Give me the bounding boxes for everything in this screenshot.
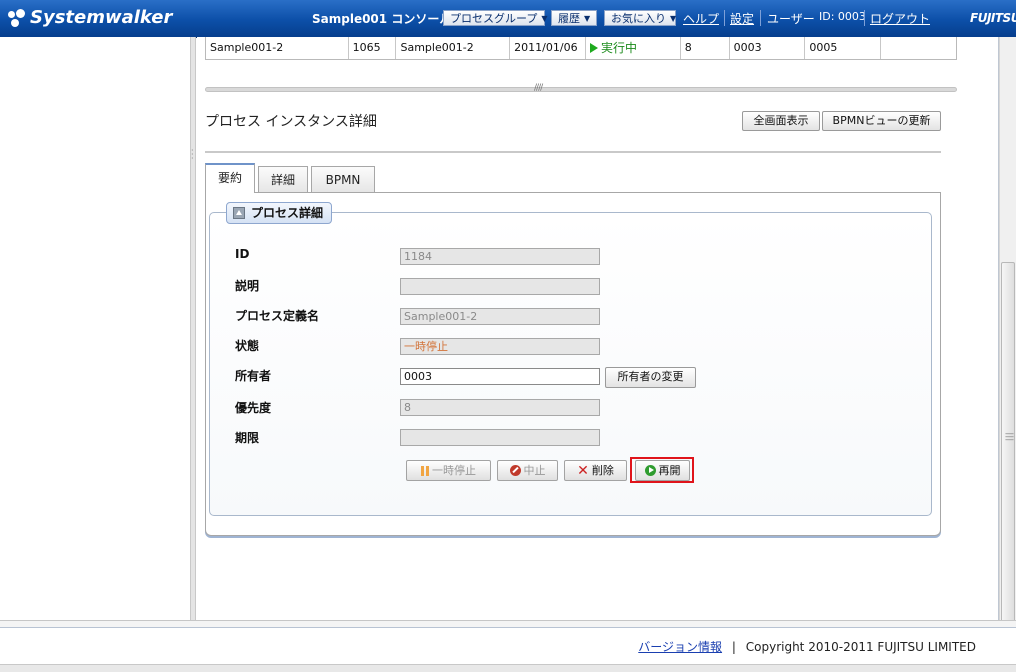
console-title: Sample001 コンソール — [312, 12, 452, 26]
field-label-priority: 優先度 — [235, 401, 272, 415]
app-header: Systemwalker Sample001 コンソール プロセスグループ ▼ 履… — [0, 0, 1016, 38]
abort-button[interactable]: 中止 — [497, 460, 558, 481]
help-link[interactable]: ヘルプ — [683, 10, 719, 27]
footer-border — [0, 620, 1016, 628]
tab-details[interactable]: 詳細 — [258, 166, 308, 192]
vertical-scrollbar[interactable]: — — — — [999, 37, 1016, 622]
field-label-deadline: 期限 — [235, 431, 260, 445]
scrollbar-grip-icon: — — — — [1005, 429, 1014, 445]
status-bar — [0, 664, 1016, 672]
header-divider — [864, 10, 865, 26]
footer-separator: | — [731, 640, 736, 654]
history-dropdown[interactable]: 履歴 ▼ — [551, 10, 597, 26]
suspend-button[interactable]: 一時停止 — [406, 460, 491, 481]
suspend-label: 一時停止 — [432, 464, 476, 477]
cell-instance-name: Sample001-2 — [206, 37, 349, 59]
chevron-down-icon: ▼ — [670, 14, 677, 23]
section-title-text: プロセス詳細 — [251, 206, 324, 220]
splitter-grip-icon: //// — [534, 83, 543, 93]
cell-status: 実行中 — [586, 37, 681, 59]
splitter-grip-icon: · · · — [191, 146, 194, 163]
footer-text: バージョン情報 | Copyright 2010-2011 FUJITSU LI… — [638, 638, 976, 655]
navigation-pane — [0, 37, 190, 620]
logout-link[interactable]: ログアウト — [870, 10, 930, 27]
status-field: 一時停止 — [400, 338, 600, 355]
field-label-id: ID — [235, 247, 250, 261]
pane-splitter[interactable]: · · · — [190, 37, 196, 620]
refresh-bpmn-button[interactable]: BPMNビューの更新 — [822, 111, 941, 131]
favorites-dropdown[interactable]: お気に入り ▼ — [604, 10, 676, 26]
user-id: ID: 0003 — [819, 10, 866, 23]
change-owner-button[interactable]: 所有者の変更 — [605, 367, 696, 388]
cell-id: 1065 — [349, 37, 397, 59]
cell-date: 2011/01/06 — [510, 37, 586, 59]
field-label-owner: 所有者 — [235, 369, 272, 383]
chevron-down-icon: ▼ — [584, 14, 591, 23]
field-label-definition: プロセス定義名 — [235, 309, 320, 323]
stop-icon — [509, 465, 521, 476]
process-group-dropdown[interactable]: プロセスグループ ▼ — [443, 10, 548, 26]
deadline-field — [400, 429, 600, 446]
delete-icon: ✕ — [577, 462, 589, 479]
divider — [205, 151, 941, 153]
field-label-status: 状態 — [235, 339, 260, 353]
header-divider — [760, 10, 761, 26]
delete-label: 削除 — [591, 464, 614, 477]
tab-bpmn[interactable]: BPMN — [311, 166, 375, 192]
field-label-description: 説明 — [235, 279, 260, 293]
fujitsu-logo: FUJITSU — [970, 11, 1016, 25]
horizontal-splitter[interactable]: //// — [205, 83, 957, 93]
abort-label: 中止 — [523, 464, 546, 477]
copyright-text: Copyright 2010-2011 FUJITSU LIMITED — [745, 640, 976, 654]
running-icon — [589, 43, 598, 53]
owner-input[interactable]: 0003 — [400, 368, 600, 385]
cell-empty — [881, 37, 956, 59]
user-label: ユーザー — [767, 12, 815, 26]
history-label: 履歴 — [558, 12, 580, 25]
cell-owner: 0003 — [730, 37, 806, 59]
id-field: 1184 — [400, 248, 600, 265]
table-row[interactable]: Sample001-2 1065 Sample001-2 2011/01/06 … — [205, 37, 957, 60]
process-group-label: プロセスグループ — [450, 12, 538, 25]
tab-summary[interactable]: 要約 — [205, 163, 255, 193]
pause-icon — [421, 465, 429, 476]
collapse-icon — [233, 207, 245, 219]
scrollbar-thumb[interactable]: — — — — [1001, 262, 1015, 622]
panel-title: プロセス インスタンス詳細 — [205, 114, 377, 130]
settings-link[interactable]: 設定 — [730, 10, 754, 27]
fullscreen-button[interactable]: 全画面表示 — [742, 111, 820, 131]
footer: バージョン情報 | Copyright 2010-2011 FUJITSU LI… — [0, 628, 1016, 664]
definition-field: Sample001-2 — [400, 308, 600, 325]
highlight-box — [630, 457, 694, 483]
brand-name: Systemwalker — [30, 7, 173, 28]
systemwalker-logo: Systemwalker — [8, 7, 172, 28]
section-title[interactable]: プロセス詳細 — [226, 202, 333, 224]
chevron-down-icon: ▼ — [541, 14, 548, 23]
cell-definition: Sample001-2 — [396, 37, 511, 59]
priority-field: 8 — [400, 399, 600, 416]
delete-button[interactable]: ✕ 削除 — [564, 460, 627, 481]
description-field — [400, 278, 600, 295]
favorites-label: お気に入り — [611, 12, 666, 25]
systemwalker-logo-icon — [8, 8, 26, 27]
cell-creator: 0005 — [805, 37, 882, 59]
version-info-link[interactable]: バージョン情報 — [638, 640, 722, 654]
header-divider — [724, 10, 725, 26]
cell-priority: 8 — [681, 37, 730, 59]
status-text: 実行中 — [600, 41, 637, 55]
